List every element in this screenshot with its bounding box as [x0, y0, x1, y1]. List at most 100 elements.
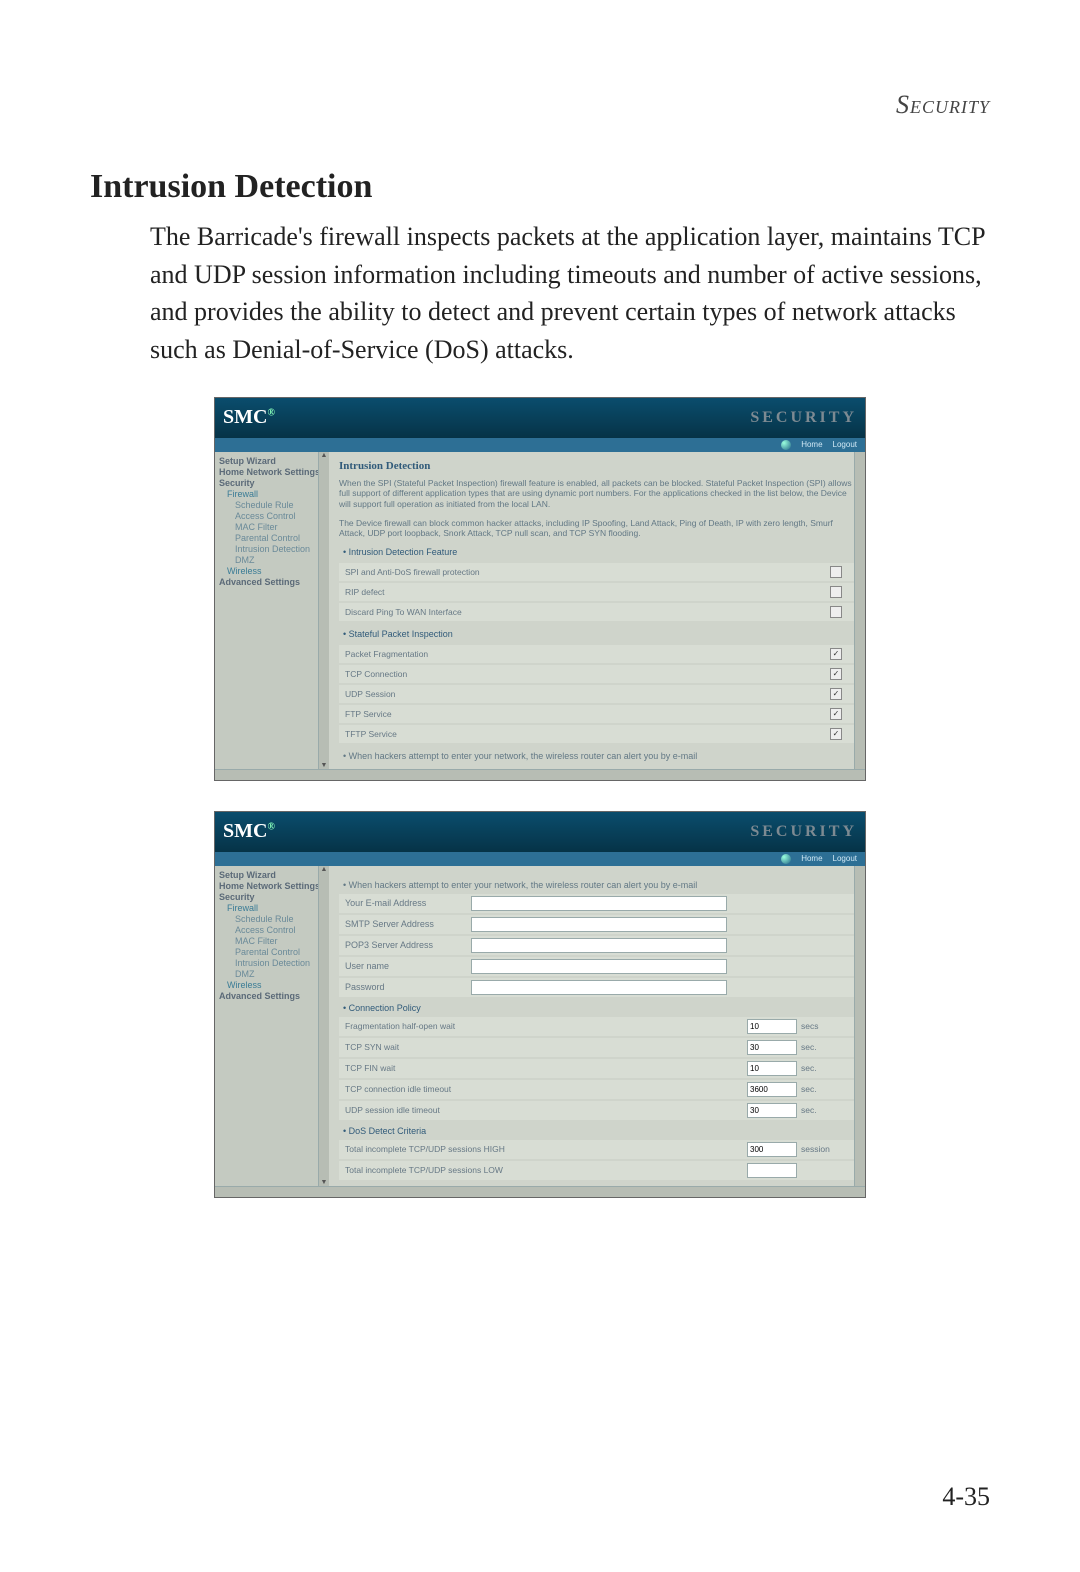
lead-note: When hackers attempt to enter your netwo… [343, 880, 855, 890]
checkbox-ping[interactable] [830, 606, 842, 618]
nav-home-network[interactable]: Home Network Settings [219, 467, 325, 477]
checkbox-frag[interactable] [830, 648, 842, 660]
globe-icon [781, 440, 791, 450]
row-frag-wait: Fragmentation half-open waitsecs [339, 1017, 855, 1036]
row-rip-defect: RIP defect [339, 583, 855, 601]
input-fin-wait[interactable] [747, 1061, 797, 1076]
body-paragraph: The Barricade's firewall inspects packet… [150, 218, 990, 369]
row-tcp-conn: TCP Connection [339, 665, 855, 683]
nav-parental-control[interactable]: Parental Control [219, 947, 325, 957]
input-udp-idle[interactable] [747, 1103, 797, 1118]
nav-mac-filter[interactable]: MAC Filter [219, 522, 325, 532]
row-pass: Password [339, 978, 855, 997]
input-email[interactable] [471, 896, 727, 911]
row-syn-wait: TCP SYN waitsec. [339, 1038, 855, 1057]
content-scrollbar[interactable] [854, 866, 865, 1186]
section-label: SECURITY [750, 823, 857, 841]
intro-text-2: The Device firewall can block common hac… [339, 518, 855, 539]
nav-dmz[interactable]: DMZ [219, 969, 325, 979]
nav-home-network[interactable]: Home Network Settings [219, 881, 325, 891]
row-udp-idle: UDP session idle timeoutsec. [339, 1101, 855, 1120]
intro-text-1: When the SPI (Stateful Packet Inspection… [339, 478, 855, 510]
sidebar-scrollbar[interactable] [318, 452, 329, 769]
nav-schedule-rule[interactable]: Schedule Rule [219, 500, 325, 510]
nav-wireless[interactable]: Wireless [219, 980, 325, 990]
nav-setup-wizard[interactable]: Setup Wizard [219, 456, 325, 466]
logout-link[interactable]: Logout [833, 854, 857, 863]
nav-setup-wizard[interactable]: Setup Wizard [219, 870, 325, 880]
row-fin-wait: TCP FIN waitsec. [339, 1059, 855, 1078]
home-link[interactable]: Home [801, 440, 822, 449]
content-pane: Intrusion Detection When the SPI (Statef… [329, 452, 865, 769]
section-label: SECURITY [750, 409, 857, 427]
nav-access-control[interactable]: Access Control [219, 925, 325, 935]
brand-bar: SMC® SECURITY [215, 812, 865, 852]
nav-advanced[interactable]: Advanced Settings [219, 991, 325, 1001]
nav-intrusion-detection[interactable]: Intrusion Detection [219, 544, 325, 554]
sidebar: Setup Wizard Home Network Settings Secur… [215, 452, 329, 769]
nav-dmz[interactable]: DMZ [219, 555, 325, 565]
nav-parental-control[interactable]: Parental Control [219, 533, 325, 543]
input-syn-wait[interactable] [747, 1040, 797, 1055]
sidebar: Setup Wizard Home Network Settings Secur… [215, 866, 329, 1186]
content-pane: When hackers attempt to enter your netwo… [329, 866, 865, 1186]
row-spi-antidos: SPI and Anti-DoS firewall protection [339, 563, 855, 581]
brand-bar: SMC® SECURITY [215, 398, 865, 438]
input-pop3[interactable] [471, 938, 727, 953]
page-number: 4-35 [942, 1482, 990, 1512]
input-sess-low[interactable] [747, 1163, 797, 1178]
nav-wireless[interactable]: Wireless [219, 566, 325, 576]
section-dos-criteria: DoS Detect Criteria [343, 1126, 855, 1136]
checkbox-rip[interactable] [830, 586, 842, 598]
section-conn-policy: Connection Policy [343, 1003, 855, 1013]
home-link[interactable]: Home [801, 854, 822, 863]
row-pop3: POP3 Server Address [339, 936, 855, 955]
input-pass[interactable] [471, 980, 727, 995]
logout-link[interactable]: Logout [833, 440, 857, 449]
globe-icon [781, 854, 791, 864]
row-sessions-low: Total incomplete TCP/UDP sessions LOW [339, 1161, 855, 1180]
smc-logo: SMC® [223, 820, 275, 843]
checkbox-ftp[interactable] [830, 708, 842, 720]
nav-firewall[interactable]: Firewall [219, 489, 325, 499]
panel-title: Intrusion Detection [339, 460, 855, 472]
section-idf: Intrusion Detection Feature [343, 547, 855, 557]
content-scrollbar[interactable] [854, 452, 865, 769]
row-email: Your E-mail Address [339, 894, 855, 913]
nav-schedule-rule[interactable]: Schedule Rule [219, 914, 325, 924]
nav-firewall[interactable]: Firewall [219, 903, 325, 913]
checkbox-udp[interactable] [830, 688, 842, 700]
input-sess-high[interactable] [747, 1142, 797, 1157]
input-user[interactable] [471, 959, 727, 974]
row-user: User name [339, 957, 855, 976]
checkbox-spi[interactable] [830, 566, 842, 578]
nav-advanced[interactable]: Advanced Settings [219, 577, 325, 587]
top-strip: Home Logout [215, 852, 865, 866]
checkbox-tcp[interactable] [830, 668, 842, 680]
row-tftp: TFTP Service [339, 725, 855, 743]
top-strip: Home Logout [215, 438, 865, 452]
input-frag-wait[interactable] [747, 1019, 797, 1034]
smc-logo: SMC® [223, 406, 275, 429]
checkbox-tftp[interactable] [830, 728, 842, 740]
row-udp-sess: UDP Session [339, 685, 855, 703]
screenshot-intrusion-bottom: SMC® SECURITY Home Logout Setup Wizard H… [214, 811, 866, 1198]
section-header: Security [90, 90, 990, 120]
nav-intrusion-detection[interactable]: Intrusion Detection [219, 958, 325, 968]
input-smtp[interactable] [471, 917, 727, 932]
horizontal-scrollbar[interactable] [215, 1186, 865, 1197]
horizontal-scrollbar[interactable] [215, 769, 865, 780]
nav-security[interactable]: Security [219, 478, 325, 488]
screenshot-intrusion-top: SMC® SECURITY Home Logout Setup Wizard H… [214, 397, 866, 781]
section-spi: Stateful Packet Inspection [343, 629, 855, 639]
nav-security[interactable]: Security [219, 892, 325, 902]
row-ftp: FTP Service [339, 705, 855, 723]
nav-access-control[interactable]: Access Control [219, 511, 325, 521]
footer-note-1: When hackers attempt to enter your netwo… [343, 751, 855, 761]
row-smtp: SMTP Server Address [339, 915, 855, 934]
sidebar-scrollbar[interactable] [318, 866, 329, 1186]
nav-mac-filter[interactable]: MAC Filter [219, 936, 325, 946]
row-tcp-idle: TCP connection idle timeoutsec. [339, 1080, 855, 1099]
row-sessions-high: Total incomplete TCP/UDP sessions HIGHse… [339, 1140, 855, 1159]
input-tcp-idle[interactable] [747, 1082, 797, 1097]
